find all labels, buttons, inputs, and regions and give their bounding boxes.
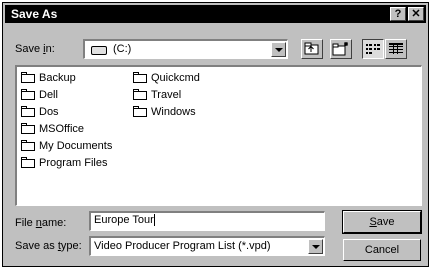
folder-item[interactable]: Travel [133,86,200,103]
title-bar: Save As ? ✕ [5,5,426,23]
details-view-button[interactable] [385,39,407,59]
folder-icon [133,106,147,117]
save-as-type-value: Video Producer Program List (*.vpd) [94,240,271,252]
folder-item[interactable]: MSOffice [21,120,112,137]
folder-icon [21,106,35,117]
up-folder-icon [304,42,319,55]
folder-item[interactable]: Quickcmd [133,69,200,86]
chevron-down-icon[interactable] [271,42,286,57]
folder-icon [21,72,35,83]
save-as-dialog: Save As ? ✕ Save in: (C:) Backup Dell Do… [2,2,429,267]
folder-item[interactable]: Dell [21,86,112,103]
folder-icon [133,89,147,100]
folder-icon [21,140,35,151]
folder-icon [133,72,147,83]
file-name-label: File name: [15,217,67,229]
help-button[interactable]: ? [390,7,406,21]
save-in-dropdown[interactable]: (C:) [83,39,288,59]
folder-column-1: Backup Dell Dos MSOffice My Documents Pr… [21,69,112,171]
folder-item[interactable]: My Documents [21,137,112,154]
folder-item[interactable]: Program Files [21,154,112,171]
save-as-type-label: Save as type: [15,240,82,252]
folder-list[interactable]: Backup Dell Dos MSOffice My Documents Pr… [15,65,422,206]
folder-item[interactable]: Backup [21,69,112,86]
cancel-button[interactable]: Cancel [343,239,421,261]
close-button[interactable]: ✕ [408,7,424,21]
save-in-value: (C:) [113,43,132,55]
folder-icon [21,157,35,168]
save-as-type-dropdown[interactable]: Video Producer Program List (*.vpd) [89,236,325,256]
folder-icon [21,89,35,100]
new-folder-button[interactable] [330,39,352,59]
save-button[interactable]: Save [342,210,422,234]
file-name-input[interactable]: Europe Tour [89,211,325,231]
folder-icon [21,123,35,134]
save-in-label: Save in: [15,43,55,55]
list-view-button[interactable] [362,39,384,59]
window-title: Save As [11,7,58,21]
chevron-down-icon[interactable] [308,239,323,254]
drive-icon [91,46,107,55]
folder-item[interactable]: Windows [133,103,200,120]
folder-column-2: Quickcmd Travel Windows [133,69,200,120]
folder-item[interactable]: Dos [21,103,112,120]
details-view-icon [389,43,403,54]
list-view-icon [366,44,380,54]
up-one-level-button[interactable] [301,39,323,59]
new-folder-icon [332,42,348,56]
